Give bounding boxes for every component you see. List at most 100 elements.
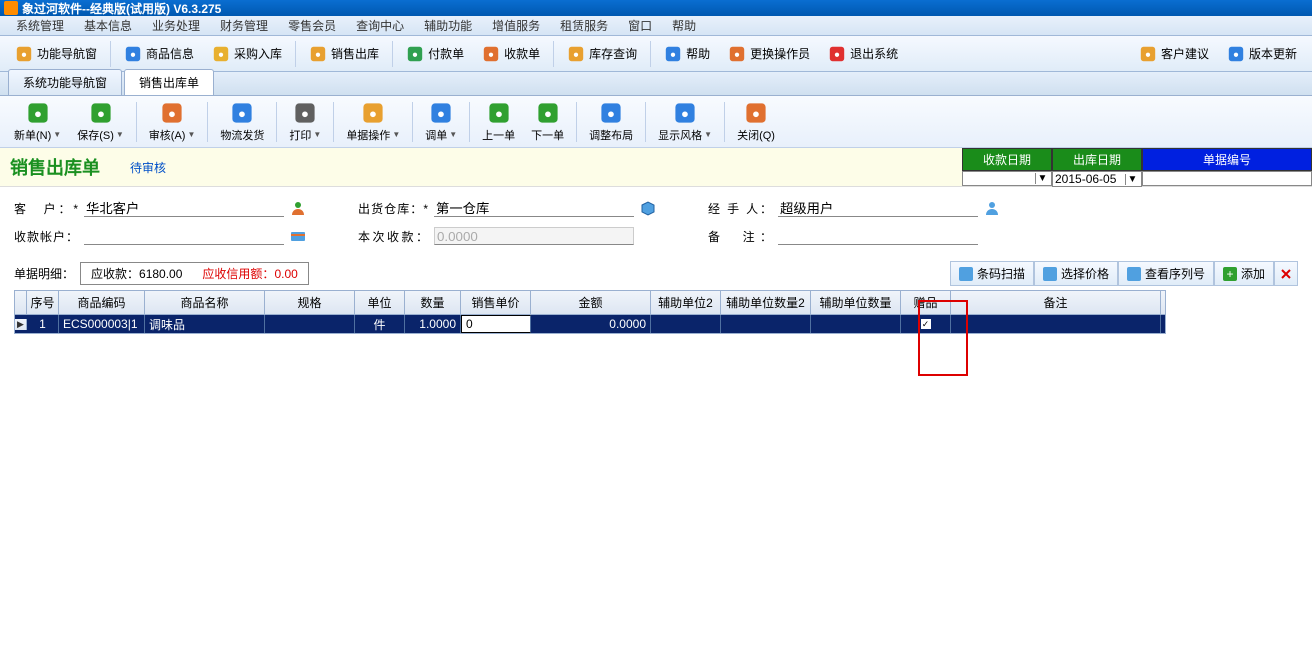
box-icon[interactable] — [640, 200, 656, 216]
col-单位[interactable]: 单位 — [355, 291, 405, 314]
card-icon[interactable] — [290, 228, 306, 244]
menu-增值服务[interactable]: 增值服务 — [482, 17, 550, 34]
save-button[interactable]: ●保存(S)▼ — [69, 99, 132, 145]
col-辅助单位2[interactable]: 辅助单位2 — [651, 291, 721, 314]
note-button[interactable]: ●客户建议 — [1130, 42, 1218, 66]
cell[interactable]: 调味品 — [145, 315, 265, 333]
close-button[interactable]: ●关闭(Q) — [729, 99, 783, 145]
cell[interactable] — [651, 315, 721, 333]
prev-button[interactable]: ●上一单 — [474, 99, 523, 145]
layout-button[interactable]: ●调整布局 — [581, 99, 641, 145]
pay-button[interactable]: ●付款单 — [397, 42, 473, 66]
gift-checkbox[interactable]: ✓ — [921, 319, 931, 329]
style-button[interactable]: ●显示风格▼ — [650, 99, 720, 145]
print-button[interactable]: ●打印▼ — [281, 99, 329, 145]
table-button[interactable]: ●库存查询 — [558, 42, 646, 66]
out-date-input[interactable]: 2015-06-05▼ — [1052, 171, 1142, 187]
col-序号[interactable]: 序号 — [27, 291, 59, 314]
dropdown-icon[interactable]: ▼ — [313, 130, 321, 139]
refresh-button[interactable]: ●版本更新 — [1218, 42, 1306, 66]
col-赠品[interactable]: 赠品 — [901, 291, 951, 314]
account-input[interactable] — [84, 227, 284, 245]
exit-icon: ● — [828, 45, 846, 63]
tab-系统功能导航窗[interactable]: 系统功能导航窗 — [8, 69, 122, 95]
barcode-button[interactable]: 条码扫描 — [950, 261, 1034, 286]
receipt-date-input[interactable]: ▼ — [962, 171, 1052, 186]
cell[interactable]: ✓ — [901, 315, 951, 333]
dropdown-icon[interactable]: ▼ — [1125, 174, 1139, 185]
delete-button[interactable] — [1274, 261, 1298, 286]
exit-button[interactable]: ●退出系统 — [819, 42, 907, 66]
cell[interactable] — [265, 315, 355, 333]
cell[interactable]: 0 — [461, 315, 531, 333]
fetch-button[interactable]: ●调单▼ — [417, 99, 465, 145]
folder-button[interactable]: ●采购入库 — [203, 42, 291, 66]
cell[interactable]: 0.0000 — [531, 315, 651, 333]
user-icon[interactable] — [984, 200, 1000, 216]
menu-窗口[interactable]: 窗口 — [618, 17, 662, 34]
menu-辅助功能[interactable]: 辅助功能 — [414, 17, 482, 34]
col-辅助单位数量[interactable]: 辅助单位数量 — [811, 291, 901, 314]
dropdown-icon[interactable]: ▼ — [1035, 173, 1049, 184]
note-icon: ● — [1139, 45, 1157, 63]
cell[interactable]: 1 — [27, 315, 59, 333]
col-数量[interactable]: 数量 — [405, 291, 461, 314]
person-icon[interactable] — [290, 200, 306, 216]
menu-bar: 系统管理基本信息业务处理财务管理零售会员查询中心辅助功能增值服务租赁服务窗口帮助 — [0, 16, 1312, 36]
doc-button[interactable]: ●单据操作▼ — [338, 99, 408, 145]
table-icon: ● — [567, 45, 585, 63]
dropdown-icon[interactable]: ▼ — [116, 130, 124, 139]
col-商品编码[interactable]: 商品编码 — [59, 291, 145, 314]
menu-查询中心[interactable]: 查询中心 — [346, 17, 414, 34]
menu-基本信息[interactable]: 基本信息 — [74, 17, 142, 34]
menu-租赁服务[interactable]: 租赁服务 — [550, 17, 618, 34]
grid-button[interactable]: ●商品信息 — [115, 42, 203, 66]
menu-财务管理[interactable]: 财务管理 — [210, 17, 278, 34]
handler-input[interactable] — [778, 199, 978, 217]
menu-零售会员[interactable]: 零售会员 — [278, 17, 346, 34]
dropdown-icon[interactable]: ▼ — [392, 130, 400, 139]
svg-text:●: ● — [573, 49, 579, 60]
customer-input[interactable] — [84, 199, 284, 217]
user-button[interactable]: ●更换操作员 — [719, 42, 819, 66]
tab-销售出库单[interactable]: 销售出库单 — [124, 69, 214, 95]
col-金额[interactable]: 金额 — [531, 291, 651, 314]
dropdown-icon[interactable]: ▼ — [704, 130, 712, 139]
cell[interactable]: 1.0000 — [405, 315, 461, 333]
dropdown-icon[interactable]: ▼ — [53, 130, 61, 139]
cell[interactable]: ECS000003|1 — [59, 315, 145, 333]
col-销售单价[interactable]: 销售单价 — [461, 291, 531, 314]
doc-no-input[interactable] — [1142, 171, 1312, 186]
col-辅助单位数量2[interactable]: 辅助单位数量2 — [721, 291, 811, 314]
home-button[interactable]: ●功能导航窗 — [6, 42, 106, 66]
svg-text:●: ● — [168, 105, 176, 120]
menu-业务处理[interactable]: 业务处理 — [142, 17, 210, 34]
svg-text:●: ● — [1145, 49, 1151, 60]
truck-button[interactable]: ●销售出库 — [300, 42, 388, 66]
approve-button[interactable]: ●审核(A)▼ — [141, 99, 204, 145]
serial-button[interactable]: 查看序列号 — [1118, 261, 1214, 286]
dropdown-icon[interactable]: ▼ — [187, 130, 195, 139]
table-row[interactable]: ▶ 1ECS000003|1调味品件1.000000.0000✓ — [15, 315, 1165, 333]
svg-text:●: ● — [218, 49, 224, 60]
col-备注[interactable]: 备注 — [951, 291, 1161, 314]
dropdown-icon[interactable]: ▼ — [449, 130, 457, 139]
next-button[interactable]: ●下一单 — [523, 99, 572, 145]
cell[interactable] — [811, 315, 901, 333]
cell[interactable] — [721, 315, 811, 333]
menu-帮助[interactable]: 帮助 — [662, 17, 706, 34]
col-规格[interactable]: 规格 — [265, 291, 355, 314]
plus-button[interactable]: +添加 — [1214, 261, 1274, 286]
cell[interactable]: 件 — [355, 315, 405, 333]
remark-input[interactable] — [778, 227, 978, 245]
price-button[interactable]: 选择价格 — [1034, 261, 1118, 286]
ship-button[interactable]: ●物流发货 — [212, 99, 272, 145]
receive-button[interactable]: ●收款单 — [473, 42, 549, 66]
thispay-input[interactable] — [434, 227, 634, 245]
col-商品名称[interactable]: 商品名称 — [145, 291, 265, 314]
warehouse-input[interactable] — [434, 199, 634, 217]
cell[interactable] — [951, 315, 1161, 333]
help-button[interactable]: ●帮助 — [655, 42, 719, 66]
add-button[interactable]: ●新单(N)▼ — [6, 99, 69, 145]
menu-系统管理[interactable]: 系统管理 — [6, 17, 74, 34]
